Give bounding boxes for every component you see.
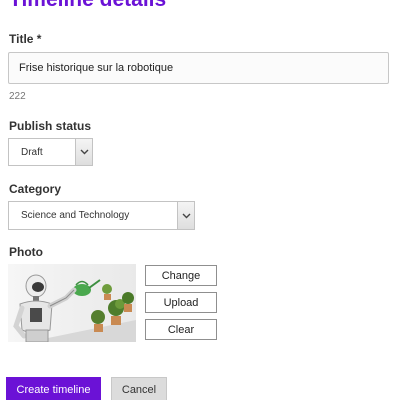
category-value: Science and Technology — [21, 210, 130, 221]
publish-status-label: Publish status — [9, 119, 92, 133]
character-count: 222 — [9, 91, 26, 102]
chevron-down-icon[interactable] — [177, 202, 194, 229]
publish-status-select[interactable]: Draft — [8, 138, 93, 166]
upload-photo-button[interactable]: Upload — [145, 292, 217, 313]
chevron-down-icon[interactable] — [75, 139, 92, 165]
publish-status-value: Draft — [21, 146, 43, 158]
photo-label: Photo — [9, 245, 43, 259]
photo-thumbnail — [8, 264, 136, 342]
category-select[interactable]: Science and Technology — [8, 201, 195, 230]
title-label-text: Title — [9, 32, 34, 46]
title-input[interactable] — [8, 52, 389, 84]
required-marker: * — [36, 32, 42, 46]
cancel-button[interactable]: Cancel — [111, 377, 167, 400]
title-label: Title * — [9, 32, 41, 46]
create-timeline-button[interactable]: Create timeline — [6, 377, 101, 400]
category-label: Category — [9, 182, 62, 196]
clear-photo-button[interactable]: Clear — [145, 319, 217, 340]
page-title: Timeline details — [9, 0, 166, 12]
change-photo-button[interactable]: Change — [145, 265, 217, 286]
robot-photo-image — [8, 264, 136, 342]
